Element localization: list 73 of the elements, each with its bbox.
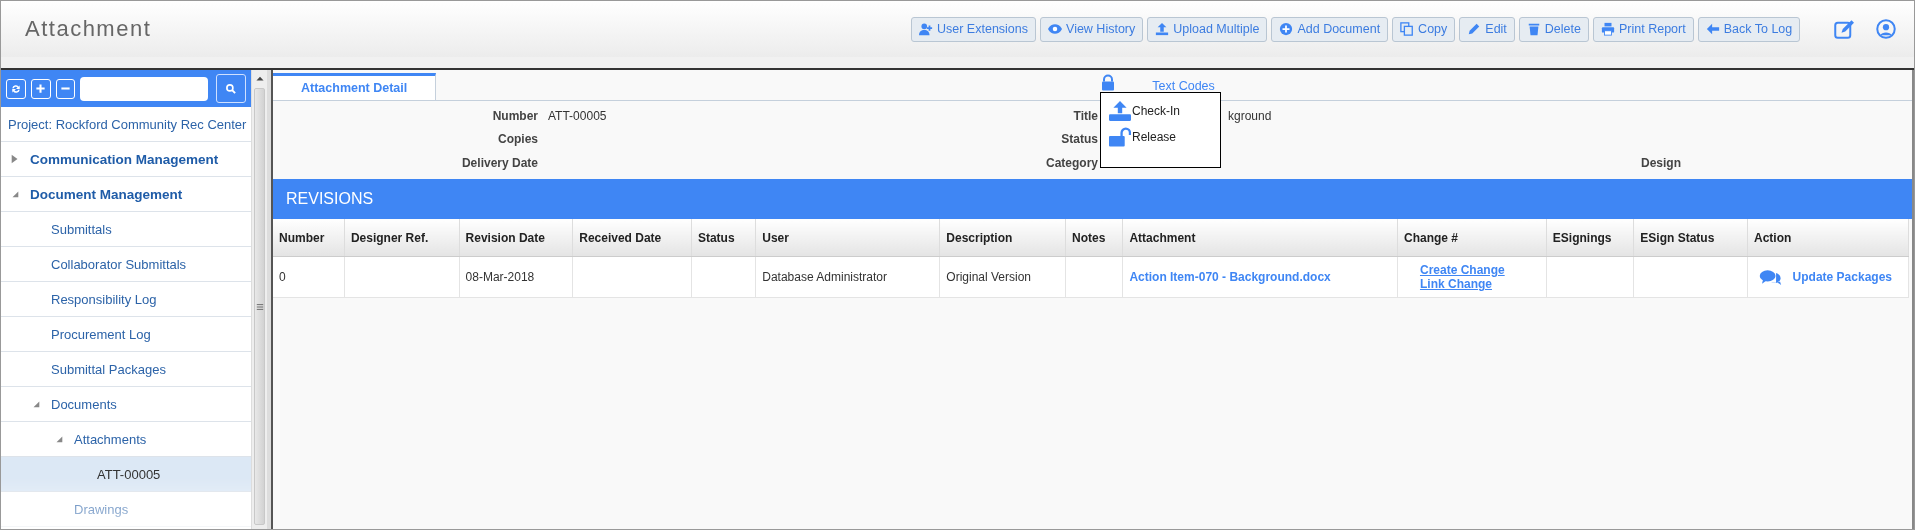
menu-item[interactable]: Release <box>1109 125 1212 149</box>
lock-icon <box>1100 74 1117 92</box>
column-header[interactable]: Notes <box>1065 219 1123 257</box>
toolbar-button[interactable]: Edit <box>1459 16 1515 42</box>
toolbar-button[interactable]: Add Document <box>1271 16 1389 42</box>
change-link[interactable]: Create Change <box>1419 263 1540 277</box>
check-in-upload-icon <box>1109 101 1131 121</box>
change-link[interactable]: Link Change <box>1419 277 1540 291</box>
field-label: Copies <box>497 132 538 149</box>
plus-circle-icon <box>1279 22 1294 36</box>
refresh-button[interactable] <box>6 78 26 99</box>
upload-icon <box>1155 22 1170 36</box>
expand-all-button[interactable] <box>30 78 51 99</box>
user-plus-icon <box>919 22 933 36</box>
field-label: Status <box>1060 132 1098 149</box>
column-header[interactable]: Change # <box>1397 219 1547 257</box>
search-button[interactable] <box>216 74 246 103</box>
field-label: Delivery Date <box>460 155 538 172</box>
toolbar-button[interactable]: User Extensions <box>911 16 1036 42</box>
field-label: Title <box>1072 109 1098 125</box>
table-cell: Database Administrator <box>755 256 940 298</box>
grip-icon <box>255 302 264 311</box>
pencil-icon <box>1467 22 1482 36</box>
search-icon <box>225 82 238 95</box>
column-header[interactable]: ESignings <box>1546 219 1634 257</box>
search-field[interactable] <box>80 76 209 101</box>
user-account-icon <box>1876 19 1897 39</box>
tab[interactable]: Attachment Detail <box>273 73 437 100</box>
eye-icon <box>1048 22 1062 36</box>
field-value: ATT-00005 <box>548 109 607 123</box>
collapse-triangle-icon <box>10 189 20 199</box>
toolbar-button[interactable]: Copy <box>1392 16 1456 42</box>
unlock-icon <box>1109 127 1131 147</box>
field-label: Design <box>1640 155 1681 172</box>
toolbar-button[interactable]: Upload Multiple <box>1147 16 1268 42</box>
table-cell: Original Version <box>939 256 1066 298</box>
table-cell: 0 <box>273 256 345 298</box>
column-header[interactable]: Description <box>939 219 1066 257</box>
column-header[interactable]: Revision Date <box>459 219 573 257</box>
column-header[interactable]: Received Date <box>572 219 692 257</box>
chat-bubbles-icon <box>1758 268 1783 286</box>
column-header[interactable]: Action <box>1747 219 1909 257</box>
arrow-left-icon <box>1705 22 1720 36</box>
plus-icon <box>35 83 47 94</box>
expand-triangle-icon <box>10 154 20 164</box>
menu-item[interactable]: Check-In <box>1109 99 1212 123</box>
collapse-all-button[interactable] <box>55 78 76 99</box>
toolbar-button[interactable]: View History <box>1040 16 1144 42</box>
table-cell: 08-Mar-2018 <box>459 256 573 298</box>
page-title: Attachment <box>25 16 153 42</box>
tab[interactable]: Text Codes <box>1122 72 1245 100</box>
column-header[interactable]: User <box>755 219 940 257</box>
scrollbar-thumb[interactable] <box>254 88 265 525</box>
column-header[interactable]: ESign Status <box>1633 219 1748 257</box>
field-label: Category <box>1045 155 1098 172</box>
toolbar-button[interactable]: Delete <box>1518 16 1589 42</box>
collapse-triangle-icon <box>31 399 41 409</box>
copy-icon <box>1400 22 1415 36</box>
column-header[interactable]: Designer Ref. <box>344 219 460 257</box>
edit-note-icon <box>1834 19 1855 39</box>
section-header: REVISIONS <box>273 179 1912 219</box>
toolbar-button[interactable]: Back To Log <box>1697 16 1801 42</box>
collapse-triangle-icon <box>54 434 64 444</box>
tree-item[interactable]: ATT-00005 <box>1 457 251 492</box>
column-header[interactable]: Status <box>691 219 756 257</box>
refresh-icon <box>9 82 22 95</box>
column-header[interactable]: Number <box>273 219 345 257</box>
column-header[interactable]: Attachment <box>1122 219 1398 257</box>
trash-icon <box>1526 22 1541 36</box>
field-label: Number <box>491 109 538 125</box>
field-value: kground <box>1228 109 1272 123</box>
toolbar-button[interactable]: Print Report <box>1593 16 1694 42</box>
printer-icon <box>1601 22 1615 36</box>
